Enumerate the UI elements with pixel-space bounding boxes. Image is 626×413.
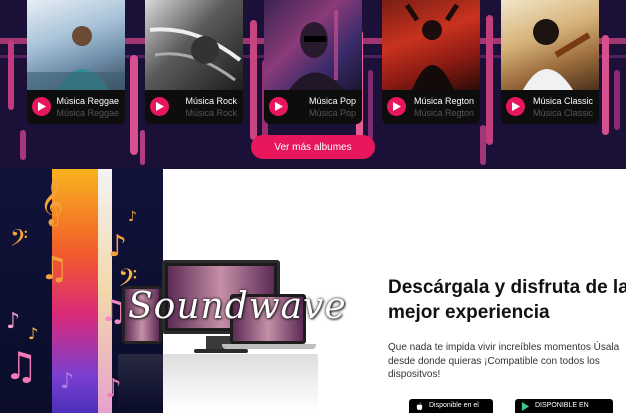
promo-headline-line2: mejor experiencia [388, 302, 550, 323]
albums-band: Música Reggae Música Reggae Música Rock … [0, 0, 626, 169]
album-title: Música Pop [308, 96, 356, 106]
play-icon[interactable] [150, 97, 169, 116]
more-albums-button[interactable]: Ver más albumes [251, 135, 375, 159]
album-subtitle: Música Pop [308, 108, 356, 118]
album-card-reggae[interactable]: Música Reggae Música Reggae [27, 0, 125, 124]
wave-bar [486, 15, 493, 145]
album-photo [501, 0, 599, 90]
app-store-label: Disponible en el [429, 402, 479, 409]
google-play-icon [521, 402, 530, 411]
soundwave-logo: Soundwave [128, 286, 347, 327]
play-icon[interactable] [269, 97, 288, 116]
album-photo [145, 0, 243, 90]
album-card-rock[interactable]: Música Rock Música Rock [145, 0, 243, 124]
promo-headline: Descárgala y disfruta de la mejor experi… [388, 275, 626, 325]
album-title: Música Rock [185, 96, 237, 106]
album-card-regton[interactable]: Música Regton Música Regton [382, 0, 480, 124]
album-card-classic[interactable]: Música Classic Música Classic [501, 0, 599, 124]
wave-bar [614, 70, 620, 130]
album-photo-art [289, 10, 344, 90]
monitor-base [194, 349, 248, 353]
album-photo-art [523, 19, 591, 90]
devices-illustration [118, 250, 318, 410]
music-note-icon: ♫ [4, 344, 39, 388]
album-photo-art [149, 27, 242, 82]
album-photo-art [27, 26, 125, 90]
wave-bar [480, 125, 486, 165]
music-note-icon: ♪ [28, 324, 39, 343]
reflection [118, 354, 318, 410]
album-photo-art [404, 3, 460, 90]
play-icon[interactable] [506, 97, 525, 116]
promo-description: Que nada te impida vivir increíbles mome… [388, 342, 620, 380]
wave-bar [250, 20, 257, 140]
music-note-icon: ♪ [6, 309, 21, 334]
music-note-icon: ♫ [40, 249, 69, 287]
wave-bar [130, 55, 138, 155]
wave-bar [602, 35, 609, 135]
play-icon[interactable] [387, 97, 406, 116]
wave-bar [20, 130, 26, 160]
music-note-icon: ♪ [128, 209, 137, 225]
album-photo [27, 0, 125, 90]
album-photo [264, 0, 362, 90]
wave-bar [8, 40, 14, 110]
google-play-button[interactable]: DISPONIBLE EN [515, 399, 613, 413]
album-title: Música Reggae [56, 96, 119, 106]
album-subtitle: Música Classic [532, 108, 593, 118]
wave-bar [140, 130, 145, 165]
play-icon[interactable] [32, 97, 51, 116]
album-subtitle: Música Rock [185, 108, 237, 118]
laptop-base [222, 344, 316, 349]
album-photo [382, 0, 480, 90]
album-title: Música Classic [532, 96, 593, 106]
google-play-label: DISPONIBLE EN [535, 402, 589, 409]
wave-bar [368, 70, 373, 140]
album-title: Música Regton [413, 96, 474, 106]
album-subtitle: Música Reggae [56, 108, 119, 118]
promo-headline-line1: Descárgala y disfruta de la [388, 277, 626, 298]
bass-clef-icon: 𝄢 [10, 224, 29, 257]
apple-icon [416, 402, 423, 411]
app-store-button[interactable]: Disponible en el [409, 399, 493, 413]
album-card-pop[interactable]: Música Pop Música Pop [264, 0, 362, 124]
treble-clef-icon: 𝄞 [40, 179, 64, 225]
music-note-icon: ♪ [60, 369, 75, 394]
album-subtitle: Música Regton [413, 108, 474, 118]
